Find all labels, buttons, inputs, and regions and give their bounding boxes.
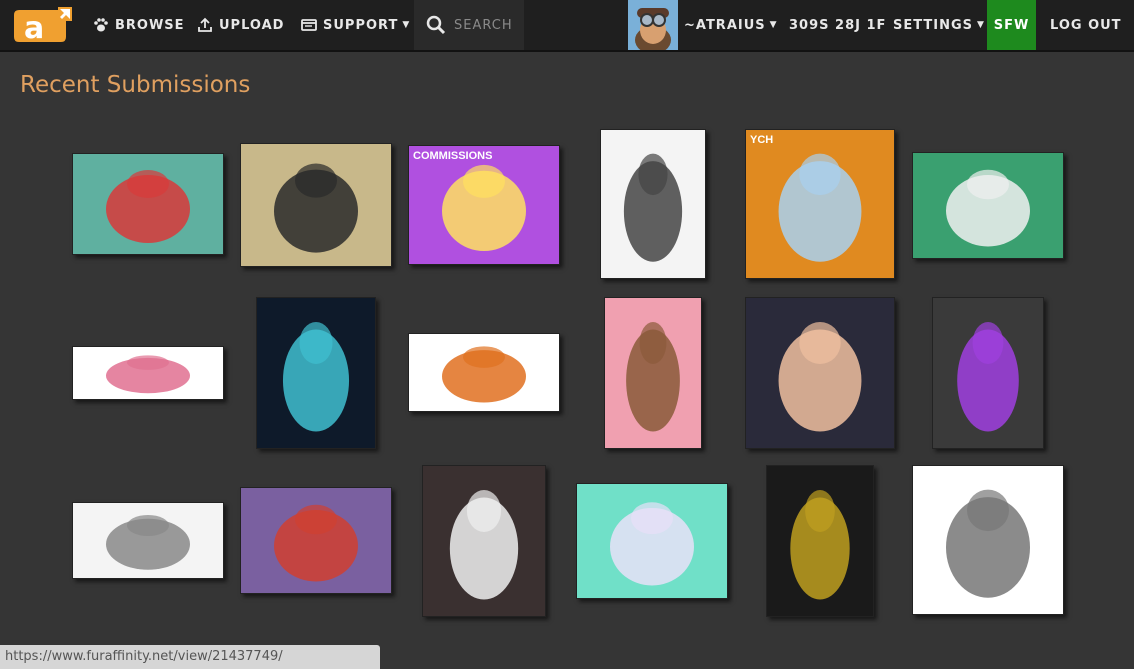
nav-user-menu[interactable]: ~ATRAIUS ▼ bbox=[684, 0, 778, 50]
nav-support-label: SUPPORT bbox=[323, 17, 399, 33]
nav-support[interactable]: SUPPORT ▼ bbox=[301, 0, 410, 50]
nav-upload-label: UPLOAD bbox=[219, 17, 285, 33]
sfw-label: SFW bbox=[993, 17, 1030, 33]
support-icon bbox=[301, 19, 317, 31]
nav-settings[interactable]: SETTINGS ▼ bbox=[893, 0, 985, 50]
submission-thumbnail-robot-sketch[interactable] bbox=[912, 465, 1064, 615]
thumbnail-text: COMMISSIONS bbox=[413, 150, 493, 162]
caret-down-icon: ▼ bbox=[769, 20, 778, 30]
caret-down-icon: ▼ bbox=[977, 20, 985, 30]
sfw-toggle[interactable]: SFW bbox=[987, 0, 1036, 50]
submission-thumbnail-lavender-creature[interactable] bbox=[576, 483, 728, 599]
nav-browse[interactable]: BROWSE bbox=[93, 0, 185, 50]
submission-thumbnail-dark-panther[interactable] bbox=[766, 465, 874, 617]
site-logo[interactable]: a bbox=[10, 7, 72, 46]
submission-thumbnail-colored-pencil[interactable] bbox=[240, 487, 392, 594]
settings-label: SETTINGS bbox=[893, 17, 974, 33]
submission-thumbnail-commissions-open[interactable]: COMMISSIONS bbox=[408, 145, 560, 265]
search-icon[interactable] bbox=[426, 15, 446, 35]
nav-notifications[interactable]: 309S 28J 1F bbox=[789, 0, 886, 50]
avatar[interactable] bbox=[628, 0, 678, 50]
submission-thumbnail-pumpkin-cat[interactable] bbox=[408, 333, 560, 412]
submission-thumbnail-pixel-sprites[interactable] bbox=[72, 346, 224, 400]
nav-browse-label: BROWSE bbox=[115, 17, 185, 33]
submission-thumbnail-mech-character[interactable] bbox=[72, 153, 224, 255]
search-container bbox=[414, 0, 524, 50]
username-label: ~ATRAIUS bbox=[684, 17, 766, 33]
status-bar-url: https://www.furaffinity.net/view/2143774… bbox=[0, 645, 380, 669]
logout-label: LOG OUT bbox=[1050, 17, 1122, 33]
submission-thumbnail-fursuit-photo[interactable] bbox=[422, 465, 546, 617]
upload-icon bbox=[198, 17, 212, 32]
submission-thumbnail-dark-dragon[interactable] bbox=[256, 297, 376, 449]
search-input[interactable] bbox=[454, 17, 524, 33]
nav-upload[interactable]: UPLOAD bbox=[197, 0, 284, 50]
submission-thumbnail-two-characters-building[interactable] bbox=[240, 143, 392, 267]
submission-thumbnail-ych-wolf[interactable]: YCH bbox=[745, 129, 895, 279]
paw-icon bbox=[94, 18, 108, 32]
nav-logout[interactable]: LOG OUT bbox=[1050, 0, 1122, 50]
caret-down-icon: ▼ bbox=[402, 20, 411, 30]
submission-thumbnail-reference-sheet[interactable] bbox=[912, 152, 1064, 259]
submission-thumbnail-comic-page[interactable] bbox=[600, 129, 706, 279]
submission-thumbnail-tiger-portrait[interactable] bbox=[745, 297, 895, 449]
top-navigation-bar: a BROWSE UPLOAD SUPPORT ▼ SEARCH ~ATRAIU… bbox=[0, 0, 1134, 52]
page-title: Recent Submissions bbox=[20, 72, 251, 98]
submission-thumbnail-bear-pink[interactable] bbox=[604, 297, 702, 449]
svg-text:a: a bbox=[24, 11, 44, 44]
notifications-label: 309S 28J 1F bbox=[789, 17, 887, 33]
thumbnail-text: YCH bbox=[750, 134, 774, 146]
submission-thumbnail-sketch-faces[interactable] bbox=[72, 502, 224, 579]
submission-thumbnail-halloween-purple[interactable] bbox=[932, 297, 1044, 449]
